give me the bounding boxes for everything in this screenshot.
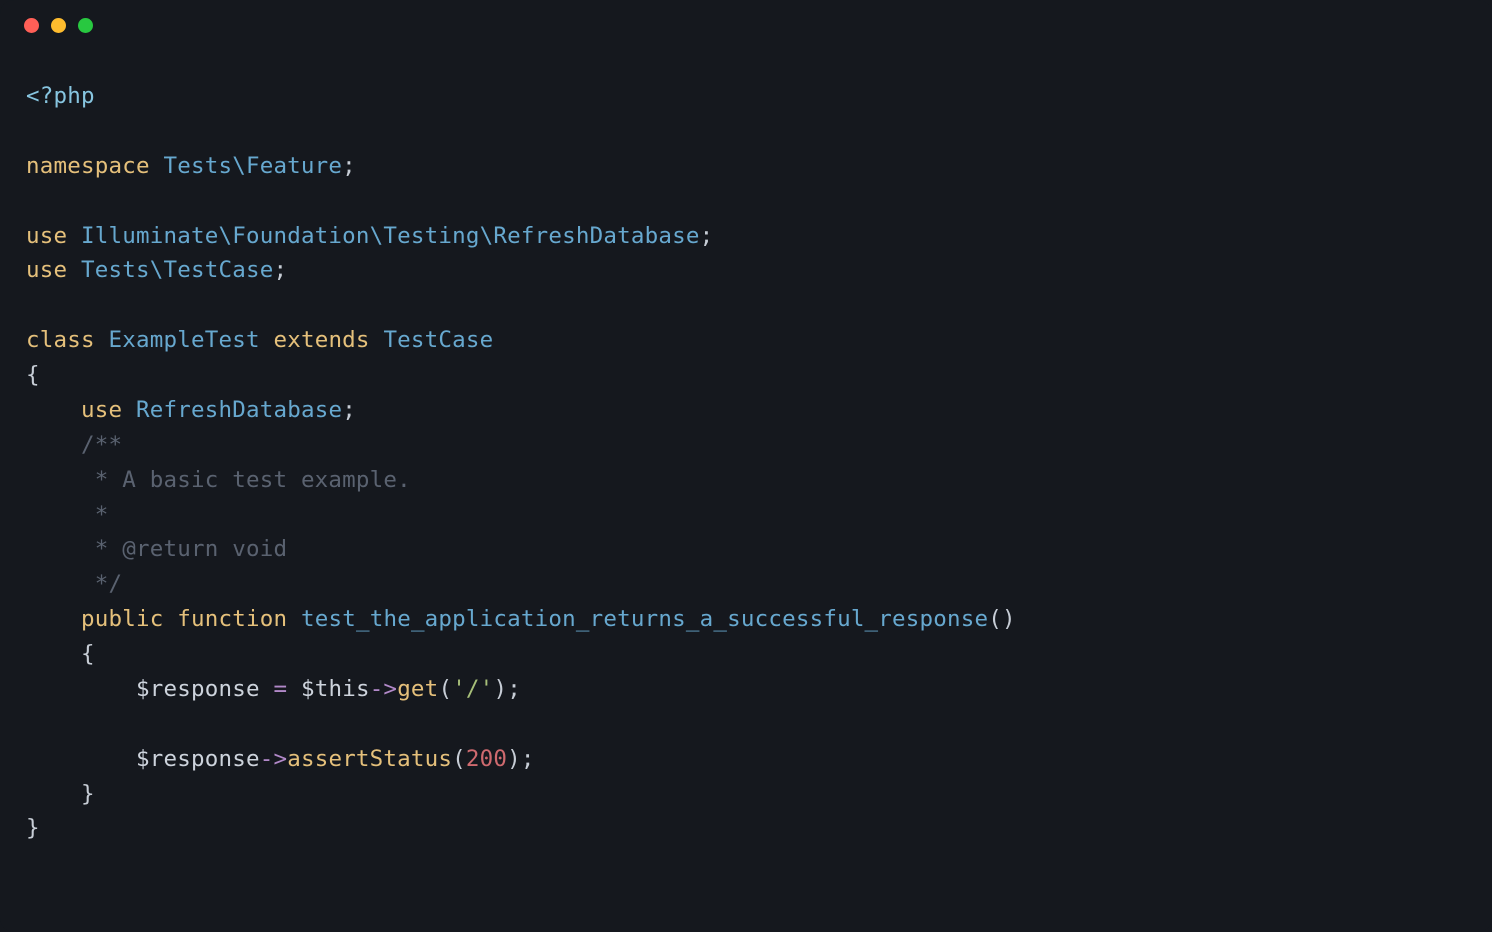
brace-open: { bbox=[26, 362, 40, 388]
namespace-path: Tests\Feature bbox=[163, 153, 342, 179]
semicolon: ; bbox=[342, 153, 356, 179]
use-import-1: Illuminate\Foundation\Testing\RefreshDat… bbox=[81, 223, 700, 249]
paren-close: ) bbox=[507, 746, 521, 772]
keyword-function: function bbox=[177, 606, 287, 632]
method-get: get bbox=[397, 676, 438, 702]
variable-response: $response bbox=[136, 746, 260, 772]
variable-response: $response bbox=[136, 676, 260, 702]
php-open-tag: <?php bbox=[26, 83, 95, 109]
minimize-icon[interactable] bbox=[51, 18, 66, 33]
docblock-line: /** bbox=[81, 432, 122, 458]
docblock-line: * A basic test example. bbox=[81, 467, 411, 493]
fn-parens: () bbox=[988, 606, 1016, 632]
class-name: ExampleTest bbox=[108, 327, 259, 353]
use-import-2: Tests\TestCase bbox=[81, 257, 273, 283]
window-titlebar bbox=[0, 0, 1492, 43]
brace-close: } bbox=[81, 781, 95, 807]
paren-open: ( bbox=[438, 676, 452, 702]
semicolon: ; bbox=[342, 397, 356, 423]
docblock-line: * @return void bbox=[81, 536, 287, 562]
keyword-use: use bbox=[26, 257, 67, 283]
docblock-line: */ bbox=[81, 571, 122, 597]
assign-operator: = bbox=[273, 676, 287, 702]
string-root-path: '/' bbox=[452, 676, 493, 702]
arrow-operator: -> bbox=[260, 746, 288, 772]
semicolon: ; bbox=[700, 223, 714, 249]
semicolon: ; bbox=[507, 676, 521, 702]
keyword-use-inner: use bbox=[81, 397, 122, 423]
number-200: 200 bbox=[466, 746, 507, 772]
keyword-extends: extends bbox=[273, 327, 369, 353]
keyword-public: public bbox=[81, 606, 163, 632]
code-window: <?php namespace Tests\Feature; use Illum… bbox=[0, 0, 1492, 932]
keyword-namespace: namespace bbox=[26, 153, 150, 179]
semicolon: ; bbox=[521, 746, 535, 772]
method-assertstatus: assertStatus bbox=[287, 746, 452, 772]
extends-name: TestCase bbox=[383, 327, 493, 353]
paren-open: ( bbox=[452, 746, 466, 772]
maximize-icon[interactable] bbox=[78, 18, 93, 33]
variable-this: $this bbox=[301, 676, 370, 702]
arrow-operator: -> bbox=[370, 676, 398, 702]
semicolon: ; bbox=[273, 257, 287, 283]
keyword-use: use bbox=[26, 223, 67, 249]
function-name: test_the_application_returns_a_successfu… bbox=[301, 606, 988, 632]
keyword-class: class bbox=[26, 327, 95, 353]
paren-close: ) bbox=[493, 676, 507, 702]
docblock-line: * bbox=[81, 502, 109, 528]
close-icon[interactable] bbox=[24, 18, 39, 33]
code-editor[interactable]: <?php namespace Tests\Feature; use Illum… bbox=[0, 43, 1492, 846]
trait-name: RefreshDatabase bbox=[136, 397, 342, 423]
brace-open: { bbox=[81, 641, 95, 667]
brace-close: } bbox=[26, 815, 40, 841]
